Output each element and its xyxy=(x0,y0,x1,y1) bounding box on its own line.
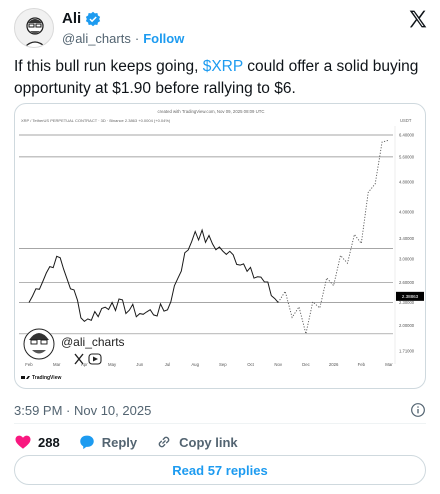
follow-button[interactable]: Follow xyxy=(143,31,184,46)
time-axis-label-11: 2026 xyxy=(329,362,339,367)
watermark-handle: @ali_charts xyxy=(61,335,125,349)
time-axis-label-8: Oct xyxy=(247,362,254,367)
time-axis-label-5: Jul xyxy=(165,362,171,367)
time-axis-label-10: Dec xyxy=(302,362,310,367)
time-axis-label-7: Sep xyxy=(219,362,227,367)
action-bar: 288 Reply Copy link xyxy=(14,432,256,452)
like-count: 288 xyxy=(38,434,60,450)
projection-path-line xyxy=(277,139,390,334)
separator-dot: · xyxy=(134,31,140,46)
chart-symbol-line: XRP / TetherUS PERPETUAL CONTRACT · 3D ·… xyxy=(21,118,171,123)
price-axis-label-9: 1.71000 xyxy=(399,349,415,354)
time-axis-labels: Feb Mar Apr May Jun Jul Aug Sep Oct Nov Dec 2026 Feb… xyxy=(25,362,393,367)
time-axis-label-12: Feb xyxy=(358,362,366,367)
divider xyxy=(14,423,426,424)
time-axis-label-9: Nov xyxy=(274,362,282,367)
avatar-illustration xyxy=(24,17,46,47)
author-avatar[interactable] xyxy=(14,8,54,48)
price-axis-label-6: 2.60000 xyxy=(399,280,415,285)
chart-currency: USDT xyxy=(400,118,412,123)
copy-link-button[interactable]: Copy link xyxy=(155,433,238,451)
tradingview-label: TradingView xyxy=(32,375,61,381)
price-axis-label-3: 4.00000 xyxy=(399,209,415,214)
time-axis-label-3: May xyxy=(108,362,117,367)
reply-label: Reply xyxy=(101,434,138,450)
time-axis-label-1: Mar xyxy=(53,362,61,367)
read-replies-button[interactable]: Read 57 replies xyxy=(14,455,426,485)
verified-badge-icon xyxy=(86,11,101,26)
like-button[interactable]: 288 xyxy=(14,433,60,451)
price-axis-label-2: 4.80000 xyxy=(399,180,415,185)
author-handle-row: @ali_charts · Follow xyxy=(62,31,184,46)
price-axis-label-5: 3.00000 xyxy=(399,257,415,262)
watermark-x-icon xyxy=(74,353,84,365)
price-axis-label-0: 6.40000 xyxy=(399,133,415,138)
tweet-timestamp[interactable]: 3:59 PM · Nov 10, 2025 xyxy=(14,403,151,418)
current-price-label: 2.38863 xyxy=(402,294,419,299)
link-icon xyxy=(158,436,170,448)
time-axis-label-0: Feb xyxy=(25,362,33,367)
tradingview-brand: TradingView xyxy=(21,375,61,381)
author-name-row: Ali xyxy=(62,10,101,27)
time-axis-label-4: Jun xyxy=(136,362,144,367)
price-chart: created with TradingView.com, Nov 09, 20… xyxy=(19,109,424,381)
time-axis-label-6: Aug xyxy=(191,362,199,367)
info-icon[interactable] xyxy=(410,402,426,418)
price-history-line xyxy=(28,228,279,323)
author-handle[interactable]: @ali_charts xyxy=(62,31,131,46)
price-axis-labels: 6.40000 5.60000 4.80000 4.00000 3.40000 3.000… xyxy=(399,133,415,354)
time-axis-label-13: Mar xyxy=(385,362,393,367)
copy-link-label: Copy link xyxy=(179,434,238,450)
cashtag-link[interactable]: $XRP xyxy=(203,58,243,75)
chart-image-card[interactable]: created with TradingView.com, Nov 09, 20… xyxy=(14,103,426,389)
watermark-play-glyph xyxy=(93,356,98,362)
reply-icon xyxy=(79,435,94,450)
tradingview-logo-icon xyxy=(21,376,30,379)
reply-button[interactable]: Reply xyxy=(78,433,137,451)
price-axis-label-8: 2.00000 xyxy=(399,323,415,328)
chart-created-with: created with TradingView.com, Nov 09, 20… xyxy=(158,109,265,114)
watermark: @ali_charts xyxy=(23,328,125,365)
tweet-text: If this bull run keeps going, $XRP could… xyxy=(14,56,426,100)
tweet-text-start: If this bull run keeps going, xyxy=(14,58,203,75)
price-axis-label-4: 3.40000 xyxy=(399,236,415,241)
author-name[interactable]: Ali xyxy=(62,10,81,27)
level-lines xyxy=(19,134,393,335)
price-axis-label-1: 5.60000 xyxy=(399,154,415,159)
x-logo-icon[interactable] xyxy=(408,9,428,29)
heart-icon xyxy=(15,435,31,449)
